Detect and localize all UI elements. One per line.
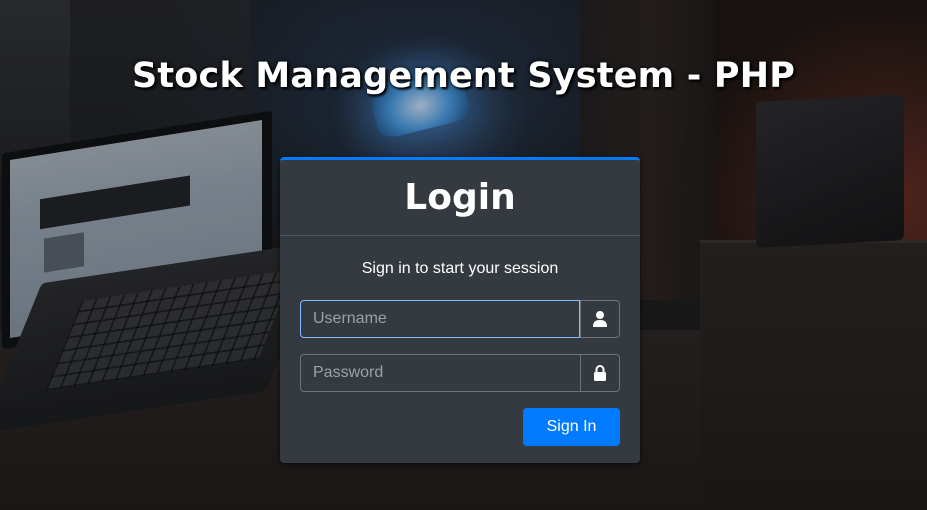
user-icon [593, 311, 607, 327]
username-group [300, 300, 620, 338]
app-title: Stock Management System - PHP [131, 56, 796, 96]
password-group [300, 354, 620, 392]
password-input[interactable] [300, 354, 580, 392]
login-card-header: Login [280, 160, 640, 236]
lock-icon [593, 365, 607, 381]
sign-in-button[interactable]: Sign In [523, 408, 620, 446]
login-message: Sign in to start your session [361, 260, 559, 277]
username-input[interactable] [300, 300, 580, 338]
login-card: Login Sign in to start your session User… [280, 157, 640, 463]
password-addon [580, 354, 620, 392]
login-card-body: Sign in to start your session Username S… [280, 236, 640, 446]
username-addon [580, 300, 620, 338]
login-title: Login [404, 177, 516, 218]
login-actions: Sign In [300, 408, 620, 446]
login-form: Sign In [300, 300, 620, 446]
